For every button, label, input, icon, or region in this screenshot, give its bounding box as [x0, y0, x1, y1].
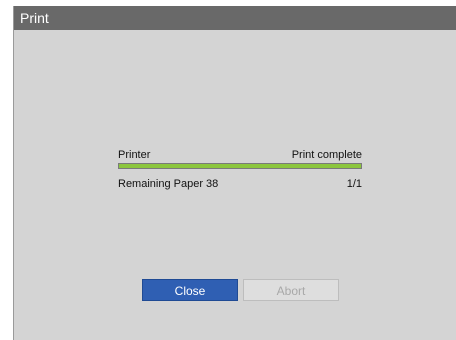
print-dialog: Print Printer Print complete Remaining P…	[13, 6, 456, 340]
device-label: Printer	[118, 149, 151, 161]
info-row: Remaining Paper 38 1/1	[118, 178, 362, 192]
status-row: Printer Print complete	[118, 149, 362, 163]
dialog-title: Print	[14, 6, 456, 30]
remaining-paper-text: Remaining Paper 38	[118, 178, 219, 190]
abort-button[interactable]: Abort	[243, 279, 339, 301]
print-state-text: Print complete	[291, 149, 362, 161]
close-button[interactable]: Close	[142, 279, 238, 301]
progress-bar-fill	[119, 164, 361, 168]
page-counter: 1/1	[346, 178, 362, 190]
progress-bar	[118, 163, 362, 169]
